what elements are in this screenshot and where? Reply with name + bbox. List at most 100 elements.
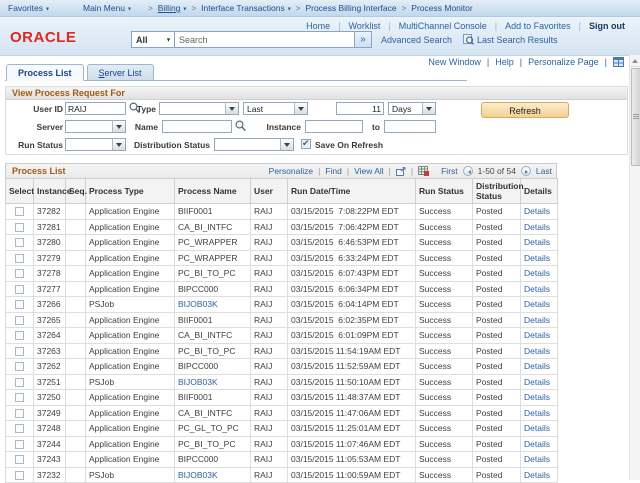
row-checkbox[interactable]	[15, 300, 24, 309]
row-checkbox[interactable]	[15, 223, 24, 232]
distribution-status-select[interactable]	[214, 138, 294, 151]
details-link[interactable]: Details	[524, 439, 550, 449]
last-select[interactable]: Last	[243, 102, 308, 115]
row-checkbox[interactable]	[15, 347, 24, 356]
chevron-down-icon[interactable]: ▾	[288, 5, 291, 12]
vertical-scrollbar[interactable]	[629, 55, 640, 480]
instance-from-input[interactable]	[305, 120, 363, 133]
server-select[interactable]	[65, 120, 126, 133]
chevron-down-icon[interactable]	[225, 103, 238, 114]
row-checkbox[interactable]	[15, 207, 24, 216]
row-checkbox[interactable]	[15, 254, 24, 263]
name-input[interactable]	[162, 120, 232, 133]
chevron-down-icon[interactable]: ▾	[183, 5, 186, 12]
details-link[interactable]: Details	[524, 361, 550, 371]
details-link[interactable]: Details	[524, 206, 550, 216]
page-action-link[interactable]: New Window	[428, 57, 481, 67]
tab[interactable]: Server List	[87, 64, 154, 81]
pagination-last-link[interactable]: Last	[536, 166, 552, 176]
download-to-excel-icon[interactable]	[406, 166, 429, 176]
type-select[interactable]	[159, 102, 239, 115]
chevron-down-icon[interactable]	[422, 103, 435, 114]
details-link[interactable]: Details	[524, 299, 550, 309]
details-link[interactable]: Details	[524, 454, 550, 464]
row-checkbox[interactable]	[15, 285, 24, 294]
details-link[interactable]: Details	[524, 408, 550, 418]
process-name-link[interactable]: BIJOB03K	[178, 470, 218, 480]
row-checkbox[interactable]	[15, 238, 24, 247]
row-checkbox[interactable]	[15, 316, 24, 325]
chevron-down-icon[interactable]: ▾	[128, 5, 131, 12]
row-checkbox[interactable]	[15, 269, 24, 278]
details-link[interactable]: Details	[524, 346, 550, 356]
breadcrumb-item[interactable]: > Billing ▾	[143, 3, 186, 13]
details-link[interactable]: Details	[524, 284, 550, 294]
details-link[interactable]: Details	[524, 268, 550, 278]
top-nav-link[interactable]: Sign out	[571, 21, 625, 31]
process-name-link[interactable]: BIJOB03K	[178, 377, 218, 387]
details-link[interactable]: Details	[524, 470, 550, 480]
row-checkbox[interactable]	[15, 471, 24, 480]
details-link[interactable]: Details	[524, 330, 550, 340]
top-nav-link[interactable]: Home	[306, 21, 330, 31]
chevron-down-icon[interactable]	[294, 103, 307, 114]
grid-toolbar-link[interactable]: View All	[342, 166, 384, 176]
days-count-input[interactable]	[336, 102, 384, 115]
details-link[interactable]: Details	[524, 315, 550, 325]
chevron-down-icon[interactable]	[112, 139, 125, 150]
page-action-link[interactable]: Personalize Page	[514, 57, 599, 67]
row-checkbox[interactable]	[15, 455, 24, 464]
breadcrumb-label[interactable]: Process Monitor	[411, 3, 472, 13]
last-search-results[interactable]: Last Search Results	[463, 34, 558, 45]
breadcrumb-item[interactable]: Favorites ▾	[8, 3, 49, 13]
top-nav-link[interactable]: MultiChannel Console	[380, 21, 486, 31]
row-checkbox[interactable]	[15, 331, 24, 340]
personalize-layout-icon[interactable]	[605, 57, 624, 67]
save-on-refresh-checkbox[interactable]	[301, 139, 311, 149]
breadcrumb-label[interactable]: Billing	[158, 3, 181, 13]
details-link[interactable]: Details	[524, 222, 550, 232]
breadcrumb-label[interactable]: Process Billing Interface	[305, 3, 396, 13]
grid-toolbar-link[interactable]: Find	[313, 166, 342, 176]
zoom-popup-icon[interactable]	[384, 166, 406, 176]
details-link[interactable]: Details	[524, 392, 550, 402]
breadcrumb-item[interactable]: > Process Billing Interface	[291, 3, 397, 13]
pagination-next-icon[interactable]	[521, 166, 531, 176]
scrollbar-up-arrow-icon[interactable]	[630, 55, 640, 67]
row-checkbox[interactable]	[15, 378, 24, 387]
chevron-down-icon[interactable]: ▾	[46, 5, 49, 12]
top-nav-link[interactable]: Add to Favorites	[487, 21, 571, 31]
search-scope-select[interactable]: All ▾	[131, 31, 175, 48]
pagination-first-link[interactable]: First	[441, 166, 458, 176]
row-checkbox[interactable]	[15, 362, 24, 371]
days-unit-select[interactable]: Days	[388, 102, 436, 115]
search-input[interactable]	[175, 31, 355, 48]
row-checkbox[interactable]	[15, 424, 24, 433]
details-link[interactable]: Details	[524, 423, 550, 433]
page-action-link[interactable]: Help	[481, 57, 514, 67]
pagination-prev-icon[interactable]	[463, 166, 473, 176]
search-go-button[interactable]: »	[355, 31, 372, 48]
details-link[interactable]: Details	[524, 377, 550, 387]
row-checkbox[interactable]	[15, 440, 24, 449]
breadcrumb-label[interactable]: Interface Transactions	[201, 3, 285, 13]
process-name-link[interactable]: BIJOB03K	[178, 299, 218, 309]
refresh-button[interactable]: Refresh	[481, 102, 569, 118]
instance-to-input[interactable]	[384, 120, 436, 133]
tab[interactable]: Process List	[6, 64, 84, 81]
top-nav-link[interactable]: Worklist	[330, 21, 380, 31]
details-link[interactable]: Details	[524, 253, 550, 263]
breadcrumb-item[interactable]: Main Menu ▾	[83, 3, 131, 13]
row-checkbox[interactable]	[15, 409, 24, 418]
name-lookup-icon[interactable]	[235, 120, 246, 132]
breadcrumb-item[interactable]: > Interface Transactions ▾	[186, 3, 290, 13]
user-id-input[interactable]	[65, 102, 126, 115]
last-search-results-link[interactable]: Last Search Results	[477, 35, 558, 45]
details-link[interactable]: Details	[524, 237, 550, 247]
breadcrumb-label[interactable]: Main Menu	[83, 3, 125, 13]
row-checkbox[interactable]	[15, 393, 24, 402]
scrollbar-thumb[interactable]	[631, 68, 640, 166]
chevron-down-icon[interactable]	[280, 139, 293, 150]
advanced-search-link[interactable]: Advanced Search	[381, 35, 452, 45]
chevron-down-icon[interactable]	[112, 121, 125, 132]
